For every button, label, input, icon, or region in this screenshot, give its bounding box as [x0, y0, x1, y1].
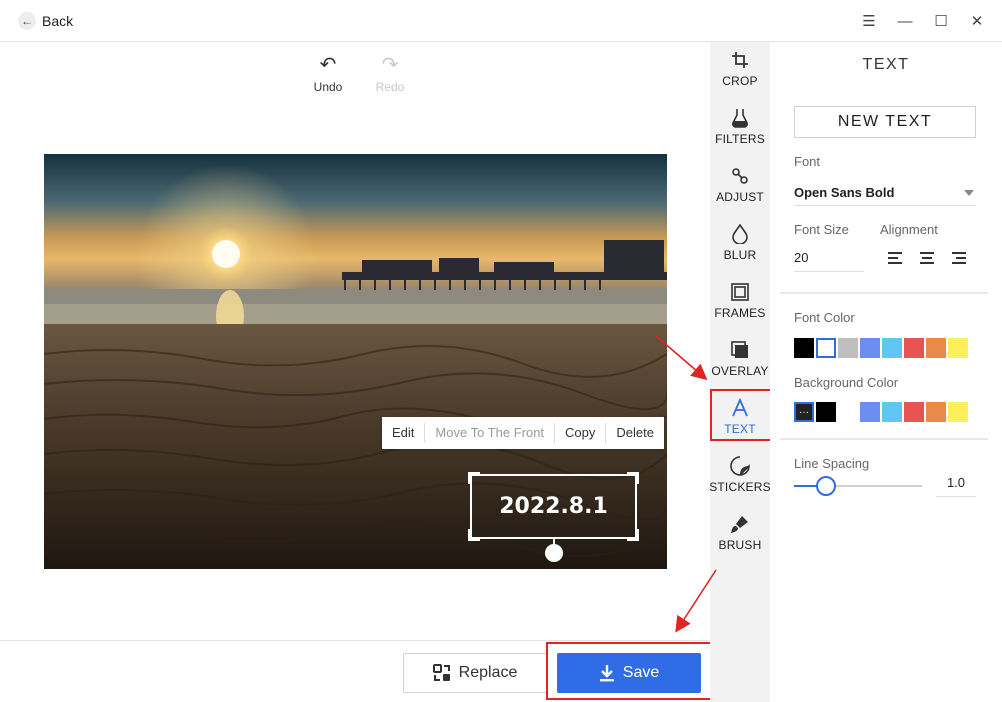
minimize-icon[interactable]: —: [890, 8, 920, 34]
line-spacing-slider-thumb[interactable]: [816, 476, 836, 496]
divider: [780, 292, 988, 294]
background-color-swatches: ···: [794, 402, 968, 422]
window-controls: ☰ — ☐ ✕: [854, 8, 992, 34]
tool-filters[interactable]: FILTERS: [710, 102, 770, 152]
resize-handle-bottom-left[interactable]: [468, 529, 480, 541]
close-icon[interactable]: ✕: [962, 8, 992, 34]
replace-label: Replace: [458, 664, 518, 681]
tool-label: BLUR: [723, 248, 757, 262]
tool-rail: CROP FILTERS ADJUST BLUR FRAMES OVERLAY: [709, 42, 771, 702]
layer-context-menu: Edit Move To The Front Copy Delete: [382, 417, 664, 449]
replace-button[interactable]: Replace: [403, 653, 547, 693]
line-spacing-label: Line Spacing: [794, 456, 870, 471]
drop-icon: [730, 224, 750, 244]
background-color-swatch[interactable]: [948, 402, 968, 422]
tool-label: OVERLAY: [711, 364, 769, 378]
copy-menu-item[interactable]: Copy: [554, 423, 605, 443]
tool-brush[interactable]: BRUSH: [710, 508, 770, 558]
title-bar: ← Back ☰ — ☐ ✕: [0, 0, 1002, 42]
redo-button[interactable]: ↷ Redo: [372, 54, 408, 94]
align-right-icon[interactable]: [952, 252, 966, 264]
line-spacing-value[interactable]: 1.0: [936, 475, 976, 497]
editor-canvas: ↶ Undo ↷ Redo Edit Move To The Front Cop…: [0, 42, 710, 640]
history-controls: ↶ Undo ↷ Redo: [310, 54, 408, 94]
font-size-input[interactable]: 20: [794, 248, 864, 272]
divider: [780, 438, 988, 440]
alignment-group: [888, 252, 966, 264]
background-color-swatch[interactable]: [904, 402, 924, 422]
sticker-icon: [730, 456, 750, 476]
background-color-swatch[interactable]: ···: [794, 402, 814, 422]
redo-label: Redo: [375, 80, 405, 94]
edit-menu-item[interactable]: Edit: [382, 423, 424, 443]
undo-label: Undo: [313, 80, 343, 94]
font-color-swatch[interactable]: [948, 338, 968, 358]
font-color-swatch[interactable]: [860, 338, 880, 358]
tool-label: FILTERS: [715, 132, 765, 146]
flask-icon: [730, 108, 750, 128]
align-center-icon[interactable]: [920, 252, 934, 264]
tool-frames[interactable]: FRAMES: [710, 276, 770, 326]
tool-label: STICKERS: [709, 480, 771, 494]
background-color-label: Background Color: [794, 375, 899, 390]
resize-handle-bottom-right[interactable]: [627, 529, 639, 541]
resize-handle-top-left[interactable]: [468, 472, 480, 484]
crop-icon: [730, 50, 750, 70]
redo-icon: ↷: [381, 54, 399, 76]
panel-title: TEXT: [862, 56, 910, 73]
font-color-swatch[interactable]: [882, 338, 902, 358]
tool-label: ADJUST: [716, 190, 764, 204]
menu-icon[interactable]: ☰: [854, 8, 884, 34]
undo-icon: ↶: [319, 54, 337, 76]
tool-overlay[interactable]: OVERLAY: [710, 334, 770, 384]
back-label: Back: [42, 13, 74, 29]
align-left-icon[interactable]: [888, 252, 902, 264]
text-layer-content: 2022.8.1: [499, 494, 608, 519]
font-select[interactable]: Open Sans Bold: [794, 180, 976, 206]
maximize-icon[interactable]: ☐: [926, 8, 956, 34]
font-label: Font: [794, 154, 821, 169]
background-color-swatch[interactable]: [838, 402, 858, 422]
tool-label: FRAMES: [714, 306, 766, 320]
font-color-swatch[interactable]: [816, 338, 836, 358]
font-select-value: Open Sans Bold: [794, 185, 895, 200]
new-text-button[interactable]: NEW TEXT: [794, 106, 976, 138]
font-color-swatch[interactable]: [838, 338, 858, 358]
font-color-label: Font Color: [794, 310, 855, 325]
delete-menu-item[interactable]: Delete: [605, 423, 664, 443]
arrow-left-icon: ←: [18, 12, 36, 30]
background-color-swatch[interactable]: [882, 402, 902, 422]
text-settings-panel: TEXT NEW TEXT Font Open Sans Bold Font S…: [770, 42, 1002, 702]
move-to-front-menu-item[interactable]: Move To The Front: [424, 423, 554, 443]
tool-crop[interactable]: CROP: [710, 44, 770, 94]
text-layer-box[interactable]: 2022.8.1: [468, 472, 639, 541]
background-color-swatch[interactable]: [816, 402, 836, 422]
back-button[interactable]: ← Back: [18, 10, 73, 32]
replace-icon: [432, 664, 450, 681]
rotate-handle[interactable]: [545, 544, 563, 562]
alignment-label: Alignment: [880, 222, 938, 237]
annotation-highlight-text-tool: [710, 389, 772, 441]
tool-label: BRUSH: [718, 538, 762, 552]
adjust-icon: [730, 166, 750, 186]
undo-button[interactable]: ↶ Undo: [310, 54, 346, 94]
overlay-icon: [730, 340, 750, 360]
brush-icon: [730, 514, 750, 534]
background-color-swatch[interactable]: [926, 402, 946, 422]
frame-icon: [730, 282, 750, 302]
tool-stickers[interactable]: STICKERS: [709, 450, 771, 500]
font-color-swatches: [794, 338, 968, 358]
font-color-swatch[interactable]: [794, 338, 814, 358]
background-color-swatch[interactable]: [860, 402, 880, 422]
font-color-swatch[interactable]: [926, 338, 946, 358]
font-size-label: Font Size: [794, 222, 849, 237]
tool-blur[interactable]: BLUR: [710, 218, 770, 268]
tool-adjust[interactable]: ADJUST: [710, 160, 770, 210]
font-color-swatch[interactable]: [904, 338, 924, 358]
resize-handle-top-right[interactable]: [627, 472, 639, 484]
tool-label: CROP: [722, 74, 758, 88]
annotation-highlight-save: [546, 642, 722, 700]
chevron-down-icon: [964, 189, 974, 196]
